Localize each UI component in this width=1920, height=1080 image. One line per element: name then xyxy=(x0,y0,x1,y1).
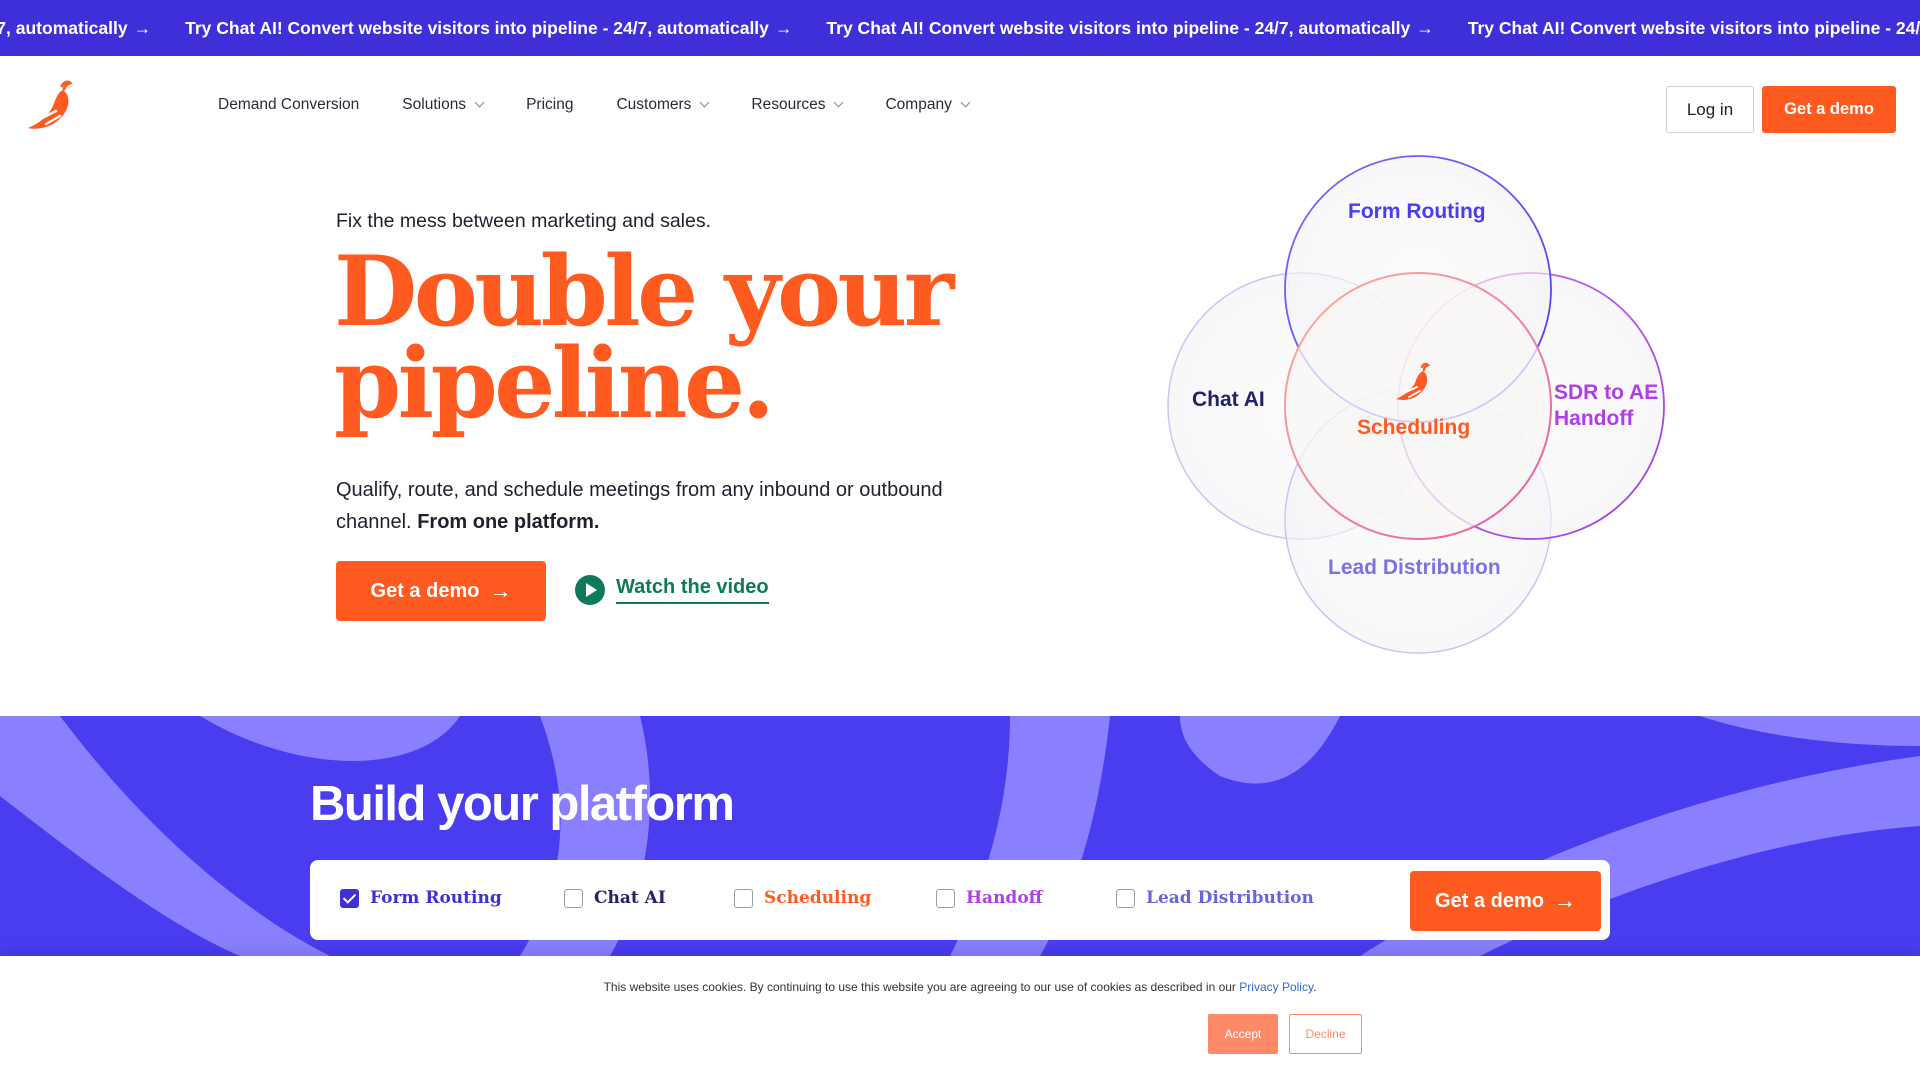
hero-eyebrow: Fix the mess between marketing and sales… xyxy=(336,210,712,232)
arrow-right-icon: → xyxy=(774,17,793,38)
arrow-right-icon: → xyxy=(133,17,152,38)
chili-pepper-logo[interactable] xyxy=(26,78,74,134)
checkbox-icon[interactable] xyxy=(564,888,583,908)
ticker-item[interactable]: Try Chat AI! Convert website visitors in… xyxy=(185,18,792,39)
option-label: Scheduling xyxy=(764,888,872,908)
play-icon xyxy=(575,575,605,605)
ticker-item-text: Try Chat AI! Convert website visitors in… xyxy=(185,17,769,38)
chevron-down-icon xyxy=(960,97,971,108)
nav-link-label: Resources xyxy=(751,96,826,113)
hero-demo-label: Get a demo xyxy=(370,579,480,602)
cookie-decline-button[interactable]: Decline xyxy=(1289,1014,1362,1054)
venn-label-scheduling: Scheduling xyxy=(1357,416,1471,439)
platform-demo-label: Get a demo xyxy=(1435,889,1544,912)
checkbox-icon[interactable] xyxy=(734,888,753,908)
arrow-right-icon: → xyxy=(1416,17,1434,38)
ticker-track: ne - 24/7, automatically→ Try Chat AI! C… xyxy=(0,0,1920,56)
hero-subtext: Qualify, route, and schedule meetings fr… xyxy=(336,474,976,538)
cookie-banner: This website uses cookies. By continuing… xyxy=(0,956,1920,1080)
platform-title: Build your platform xyxy=(310,777,735,831)
nav-link-label: Customers xyxy=(616,96,692,113)
cookie-text: This website uses cookies. By continuing… xyxy=(0,980,1920,994)
venn-label-sdr-line1: SDR to AE xyxy=(1554,381,1659,404)
login-button[interactable]: Log in xyxy=(1666,86,1754,133)
venn-label-chat-ai: Chat AI xyxy=(1192,388,1265,411)
watch-video-label: Watch the video xyxy=(616,576,769,604)
venn-circle-center xyxy=(1284,272,1552,540)
cookie-message: This website uses cookies. By continuing… xyxy=(603,980,1236,994)
option-label: Form Routing xyxy=(370,888,502,908)
chevron-down-icon xyxy=(699,97,710,108)
cookie-accept-button[interactable]: Accept xyxy=(1208,1014,1278,1054)
option-label: Handoff xyxy=(966,888,1043,908)
main-nav: Demand Conversion Solutions Pricing Cust… xyxy=(0,56,1920,162)
venn-label-sdr-handoff: SDR to AE Handoff xyxy=(1554,380,1658,432)
option-handoff[interactable]: Handoff xyxy=(936,888,1043,908)
nav-link-label: Solutions xyxy=(402,96,467,113)
nav-pricing[interactable]: Pricing xyxy=(526,96,573,114)
product-venn-diagram: Form Routing Chat AI Scheduling SDR to A… xyxy=(1150,148,1690,668)
nav-links: Demand Conversion Solutions Pricing Cust… xyxy=(218,96,1012,114)
hero-subtext-bold: From one platform. xyxy=(417,511,600,533)
nav-company[interactable]: Company xyxy=(885,96,971,114)
hero-headline: Double your pipeline. xyxy=(334,235,954,440)
ticker-item[interactable]: Try Chat AI! Convert website visitors in… xyxy=(1468,18,1920,39)
nav-link-label: Pricing xyxy=(526,96,574,113)
ticker-item-text: Try Chat AI! Convert website visitors in… xyxy=(1467,17,1920,38)
option-label: Lead Distribution xyxy=(1146,888,1314,908)
venn-label-sdr-line2: Handoff xyxy=(1554,407,1634,430)
ticker-item[interactable]: Try Chat AI! Convert website visitors in… xyxy=(826,18,1433,39)
build-platform-section: Build your platform Form Routing Chat AI… xyxy=(0,716,1920,956)
checkbox-icon[interactable] xyxy=(936,888,955,908)
cookie-period: . xyxy=(1313,980,1317,994)
nav-customers[interactable]: Customers xyxy=(616,96,710,114)
nav-link-label: Company xyxy=(885,96,952,113)
platform-picker: Form Routing Chat AI Scheduling Handoff … xyxy=(310,860,1610,940)
option-lead-distribution[interactable]: Lead Distribution xyxy=(1116,888,1314,908)
ticker-item-text: ne - 24/7, automatically xyxy=(0,17,128,38)
chevron-down-icon xyxy=(474,97,485,108)
privacy-policy-link[interactable]: Privacy Policy xyxy=(1239,980,1313,994)
platform-get-demo-button[interactable]: Get a demo → xyxy=(1410,871,1601,931)
nav-solutions[interactable]: Solutions xyxy=(402,96,485,114)
announcement-ticker[interactable]: ne - 24/7, automatically→ Try Chat AI! C… xyxy=(0,0,1920,56)
option-label: Chat AI xyxy=(594,888,666,908)
arrow-right-icon: → xyxy=(489,578,512,603)
hero-get-demo-button[interactable]: Get a demo → xyxy=(336,561,546,621)
nav-resources[interactable]: Resources xyxy=(751,96,844,114)
checkbox-checked-icon[interactable] xyxy=(340,888,359,908)
checkbox-icon[interactable] xyxy=(1116,888,1135,908)
chevron-down-icon xyxy=(834,97,844,108)
option-chat-ai[interactable]: Chat AI xyxy=(564,888,666,908)
option-scheduling[interactable]: Scheduling xyxy=(734,888,871,908)
venn-label-form-routing: Form Routing xyxy=(1348,200,1486,223)
ticker-item-text: Try Chat AI! Convert website visitors in… xyxy=(826,17,1411,38)
nav-get-demo-button[interactable]: Get a demo xyxy=(1762,86,1896,133)
option-form-routing[interactable]: Form Routing xyxy=(340,888,502,908)
nav-link-label: Demand Conversion xyxy=(218,96,360,113)
ticker-item[interactable]: ne - 24/7, automatically→ xyxy=(0,18,151,39)
arrow-right-icon: → xyxy=(1553,888,1576,913)
watch-video-link[interactable]: Watch the video xyxy=(575,575,769,605)
venn-label-lead-distribution: Lead Distribution xyxy=(1328,556,1501,579)
nav-demand-conversion[interactable]: Demand Conversion xyxy=(218,96,359,114)
